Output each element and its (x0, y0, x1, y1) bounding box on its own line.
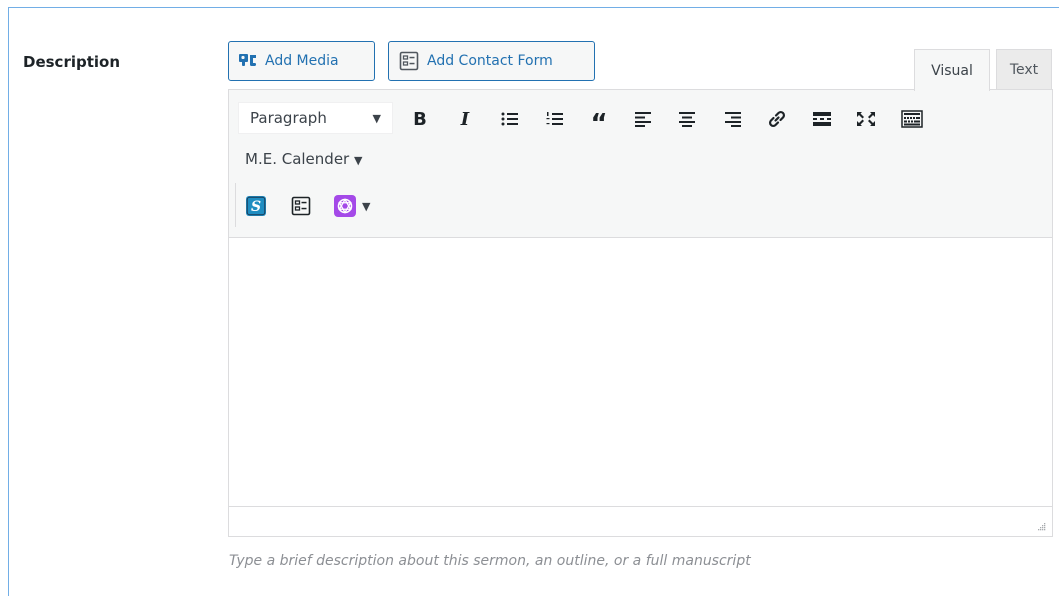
purple-plugin-icon (334, 195, 356, 217)
align-center-button[interactable] (673, 105, 701, 133)
add-media-label: Add Media (265, 53, 339, 69)
align-right-button[interactable] (719, 105, 747, 133)
s-plugin-button[interactable]: S (245, 195, 267, 217)
numbered-list-button[interactable] (541, 105, 569, 133)
svg-text:S: S (251, 199, 261, 215)
media-icon (239, 53, 257, 69)
editor-statusbar (229, 506, 1052, 536)
plugin-menu-label: M.E. Calender (245, 150, 350, 168)
toolbar-row-3: S ▼ (235, 183, 370, 227)
fullscreen-button[interactable] (852, 105, 880, 133)
toolbar-toggle-button[interactable] (898, 105, 926, 133)
resize-handle-icon[interactable] (1036, 521, 1046, 531)
numbered-list-icon (546, 112, 563, 125)
s-plugin-icon: S (246, 196, 266, 216)
editor-content-area[interactable] (229, 238, 1052, 508)
blockquote-icon: “ (590, 109, 608, 139)
form-icon (291, 196, 311, 216)
format-select-value: Paragraph (250, 109, 327, 127)
read-more-button[interactable] (808, 105, 836, 133)
italic-button[interactable]: I (451, 105, 479, 133)
align-center-icon (679, 112, 695, 127)
chevron-down-icon: ▼ (362, 199, 371, 213)
blockquote-button[interactable]: “ (585, 105, 613, 137)
align-right-icon (725, 112, 741, 127)
bullet-list-button[interactable] (496, 105, 524, 133)
purple-plugin-dropdown[interactable]: ▼ (334, 195, 378, 217)
toolbar-toggle-icon (901, 110, 923, 128)
editor-container: Paragraph ▼ B I “ M.E. Calender ▼ S ▼ (228, 89, 1053, 537)
field-label: Description (23, 53, 121, 71)
chevron-down-icon: ▼ (372, 111, 381, 125)
bold-button[interactable]: B (406, 105, 434, 133)
tab-visual[interactable]: Visual (914, 49, 990, 91)
bold-icon: B (413, 108, 427, 130)
add-media-button[interactable]: Add Media (228, 41, 375, 81)
tab-text[interactable]: Text (996, 49, 1052, 90)
align-left-icon (635, 112, 651, 127)
form-icon (399, 51, 419, 71)
chevron-down-icon: ▼ (354, 154, 363, 167)
plugin-menu-button[interactable]: M.E. Calender ▼ (245, 150, 362, 168)
field-description: Type a brief description about this serm… (229, 553, 751, 569)
link-icon (768, 110, 786, 128)
form-button[interactable] (290, 195, 312, 217)
add-contact-form-label: Add Contact Form (427, 53, 553, 69)
bullet-list-icon (501, 112, 518, 126)
format-select[interactable]: Paragraph ▼ (238, 102, 393, 134)
read-more-icon (813, 112, 831, 126)
italic-icon: I (460, 108, 470, 130)
editor-toolbar: Paragraph ▼ B I “ M.E. Calender ▼ S ▼ (229, 90, 1052, 238)
add-contact-form-button[interactable]: Add Contact Form (388, 41, 595, 81)
link-button[interactable] (763, 105, 791, 133)
fullscreen-icon (857, 112, 875, 126)
align-left-button[interactable] (629, 105, 657, 133)
